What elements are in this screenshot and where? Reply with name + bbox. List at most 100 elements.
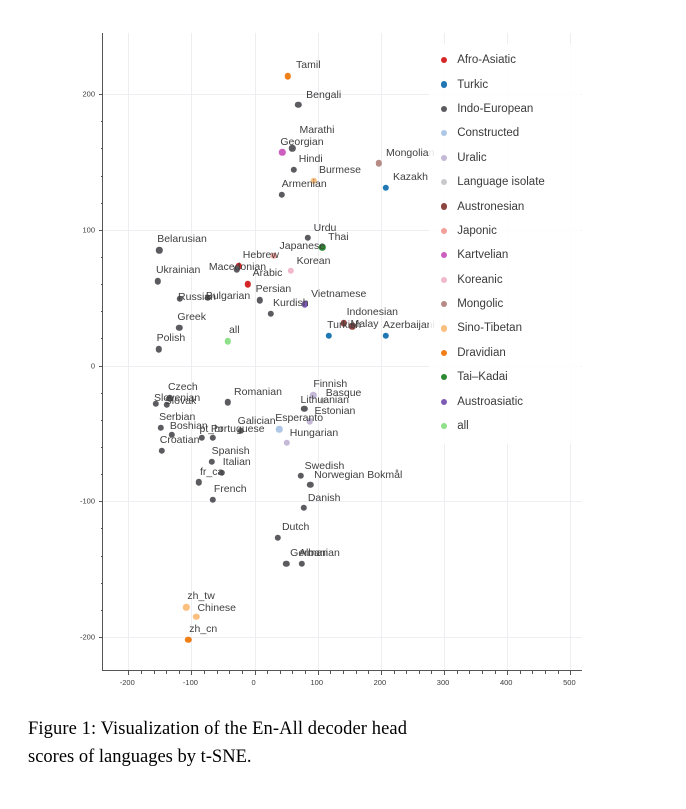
scatter-point[interactable] bbox=[306, 481, 314, 489]
x-minor-tick bbox=[178, 671, 180, 674]
scatter-point[interactable] bbox=[290, 166, 297, 174]
x-minor-tick bbox=[431, 671, 433, 674]
scatter-point[interactable] bbox=[284, 73, 292, 80]
scatter-point[interactable] bbox=[287, 267, 294, 274]
x-tick bbox=[570, 671, 572, 675]
scatter-point[interactable] bbox=[297, 472, 304, 479]
x-minor-tick bbox=[519, 671, 521, 674]
legend-item[interactable]: Turkic bbox=[431, 72, 579, 96]
scatter-point-label: Thai bbox=[328, 231, 349, 244]
scatter-point[interactable] bbox=[325, 332, 333, 339]
scatter-point-label: French bbox=[213, 482, 247, 495]
figure-container: Tamil Bengali Marathi Georgian Mongolian Hind… bbox=[0, 0, 686, 809]
scatter-point[interactable] bbox=[279, 149, 286, 156]
x-tick bbox=[317, 671, 319, 675]
legend-item[interactable]: Austroasiatic bbox=[431, 389, 579, 413]
scatter-point[interactable] bbox=[157, 424, 165, 432]
y-tick bbox=[99, 229, 103, 231]
scatter-point[interactable] bbox=[267, 310, 275, 318]
legend-item-label: Austroasiatic bbox=[457, 395, 524, 408]
scatter-point[interactable] bbox=[224, 399, 232, 406]
legend-marker-icon bbox=[441, 398, 448, 405]
scatter-point[interactable] bbox=[294, 101, 302, 109]
x-minor-tick bbox=[267, 671, 269, 674]
legend-marker-icon bbox=[441, 422, 448, 430]
scatter-point[interactable] bbox=[282, 560, 290, 567]
legend-item[interactable]: Language isolate bbox=[431, 170, 579, 194]
x-minor-tick bbox=[469, 671, 471, 674]
legend-item[interactable]: Japonic bbox=[431, 219, 579, 243]
legend-item[interactable]: Sino-Tibetan bbox=[431, 316, 579, 340]
legend-marker-icon bbox=[441, 130, 448, 137]
x-tick-label: -100 bbox=[182, 678, 198, 687]
scatter-point-label: zh_tw bbox=[187, 590, 215, 603]
scatter-point[interactable] bbox=[283, 439, 290, 447]
legend-item-label: Constructed bbox=[457, 127, 520, 140]
scatter-point[interactable] bbox=[195, 479, 203, 486]
scatter-point-label: Kazakh bbox=[392, 170, 428, 183]
scatter-point[interactable] bbox=[244, 280, 251, 288]
y-tick-label: 200 bbox=[82, 89, 95, 99]
legend-item-label: Language isolate bbox=[457, 176, 545, 189]
legend-item-label: Indo-European bbox=[457, 102, 534, 115]
scatter-point[interactable] bbox=[278, 191, 285, 198]
legend-item[interactable]: Constructed bbox=[431, 121, 579, 145]
gridline-vertical bbox=[128, 33, 130, 670]
x-minor-tick bbox=[241, 671, 243, 674]
scatter-point[interactable] bbox=[276, 426, 283, 433]
x-minor-tick bbox=[153, 671, 155, 674]
x-tick bbox=[191, 671, 193, 675]
y-minor-tick bbox=[100, 121, 103, 123]
scatter-point[interactable] bbox=[154, 278, 162, 285]
legend-item-label: Turkic bbox=[457, 78, 489, 91]
scatter-point[interactable] bbox=[382, 184, 390, 191]
scatter-point[interactable] bbox=[298, 560, 306, 567]
gridline-vertical bbox=[380, 33, 382, 670]
y-minor-tick bbox=[100, 256, 103, 258]
scatter-point-label: Vietnamese bbox=[311, 288, 367, 301]
legend-item-label: Mongolic bbox=[457, 298, 504, 311]
scatter-point[interactable] bbox=[256, 297, 263, 304]
scatter-point-label: Kurdish bbox=[273, 296, 309, 309]
scatter-point-label: Italian bbox=[222, 455, 251, 468]
scatter-point[interactable] bbox=[183, 603, 190, 611]
legend-marker-icon bbox=[441, 105, 448, 113]
legend-item[interactable]: Tai–Kadai bbox=[431, 365, 579, 389]
legend-item[interactable]: Dravidian bbox=[431, 341, 579, 365]
legend-item[interactable]: Afro-Asiatic bbox=[431, 48, 579, 72]
y-minor-tick bbox=[100, 202, 103, 204]
x-tick-label: 200 bbox=[373, 678, 387, 687]
y-minor-tick bbox=[100, 338, 103, 340]
y-minor-tick bbox=[100, 582, 103, 584]
scatter-point[interactable] bbox=[208, 458, 215, 466]
y-minor-tick bbox=[100, 555, 103, 557]
legend-item[interactable]: Uralic bbox=[431, 146, 579, 170]
legend-item[interactable]: Kartvelian bbox=[431, 243, 579, 267]
scatter-point[interactable] bbox=[209, 434, 217, 441]
scatter-point[interactable] bbox=[176, 324, 183, 331]
scatter-point-label: Azerbaijani bbox=[382, 318, 435, 331]
scatter-point[interactable] bbox=[301, 405, 308, 413]
scatter-point-label: Marathi bbox=[299, 124, 335, 137]
x-tick-label: 300 bbox=[436, 678, 450, 687]
legend-item-label: Japonic bbox=[457, 224, 497, 237]
scatter-point-label: Portuguese bbox=[210, 422, 265, 435]
scatter-point[interactable] bbox=[193, 613, 200, 620]
legend-item[interactable]: Austronesian bbox=[431, 194, 579, 218]
scatter-point[interactable] bbox=[224, 337, 232, 345]
x-minor-tick bbox=[532, 671, 534, 674]
y-tick bbox=[99, 501, 103, 503]
legend-marker-icon bbox=[441, 374, 448, 381]
x-minor-tick bbox=[140, 671, 142, 674]
scatter-point[interactable] bbox=[300, 504, 308, 512]
scatter-point[interactable] bbox=[156, 246, 163, 254]
scatter-point[interactable] bbox=[158, 447, 165, 455]
legend-item[interactable]: Koreanic bbox=[431, 268, 579, 292]
scatter-point[interactable] bbox=[155, 346, 162, 353]
legend-item[interactable]: Mongolic bbox=[431, 292, 579, 316]
gridline-horizontal bbox=[103, 501, 582, 503]
scatter-point[interactable] bbox=[382, 332, 390, 339]
legend-item[interactable]: Indo-European bbox=[431, 97, 579, 121]
scatter-point[interactable] bbox=[274, 534, 282, 542]
legend-item[interactable]: all bbox=[431, 414, 579, 438]
